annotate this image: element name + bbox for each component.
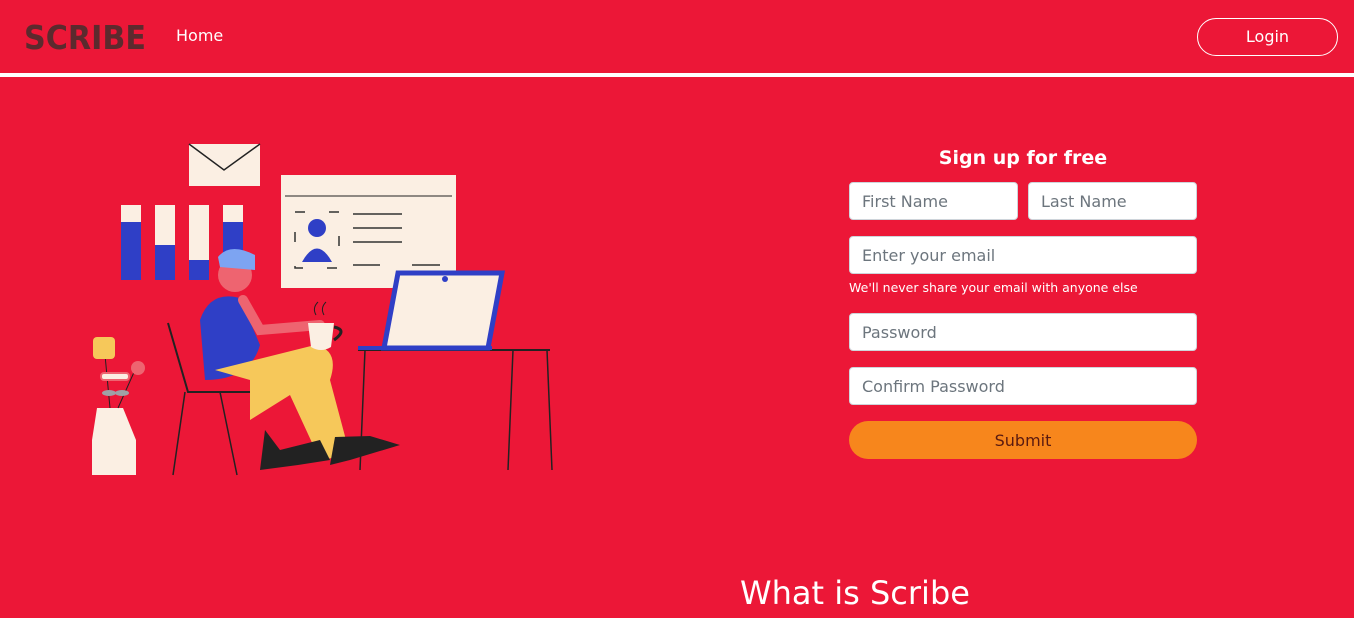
desk-graphic [358,349,553,471]
nav-home-link[interactable]: Home [176,26,223,46]
hero-illustration [92,143,553,476]
confirm-password-field[interactable] [849,367,1197,405]
flower-vase-graphic [92,337,145,475]
coffee-cup-graphic [308,301,343,350]
last-name-field[interactable] [1028,182,1197,220]
submit-button[interactable]: Submit [849,421,1197,459]
email-field[interactable] [849,236,1197,274]
navbar-divider [0,73,1354,77]
first-name-field[interactable] [849,182,1018,220]
scribe-logo[interactable]: SCRIBE [24,17,146,57]
what-is-scribe-heading: What is Scribe [740,574,970,612]
signup-title: Sign up for free [938,147,1108,169]
password-field[interactable] [849,313,1197,351]
logo-text: SCRIBE [24,18,146,57]
envelope-icon [188,143,261,186]
login-button[interactable]: Login [1197,18,1338,56]
email-help-text: We'll never share your email with anyone… [849,280,1138,295]
navbar: SCRIBE Home Login [0,0,1354,73]
